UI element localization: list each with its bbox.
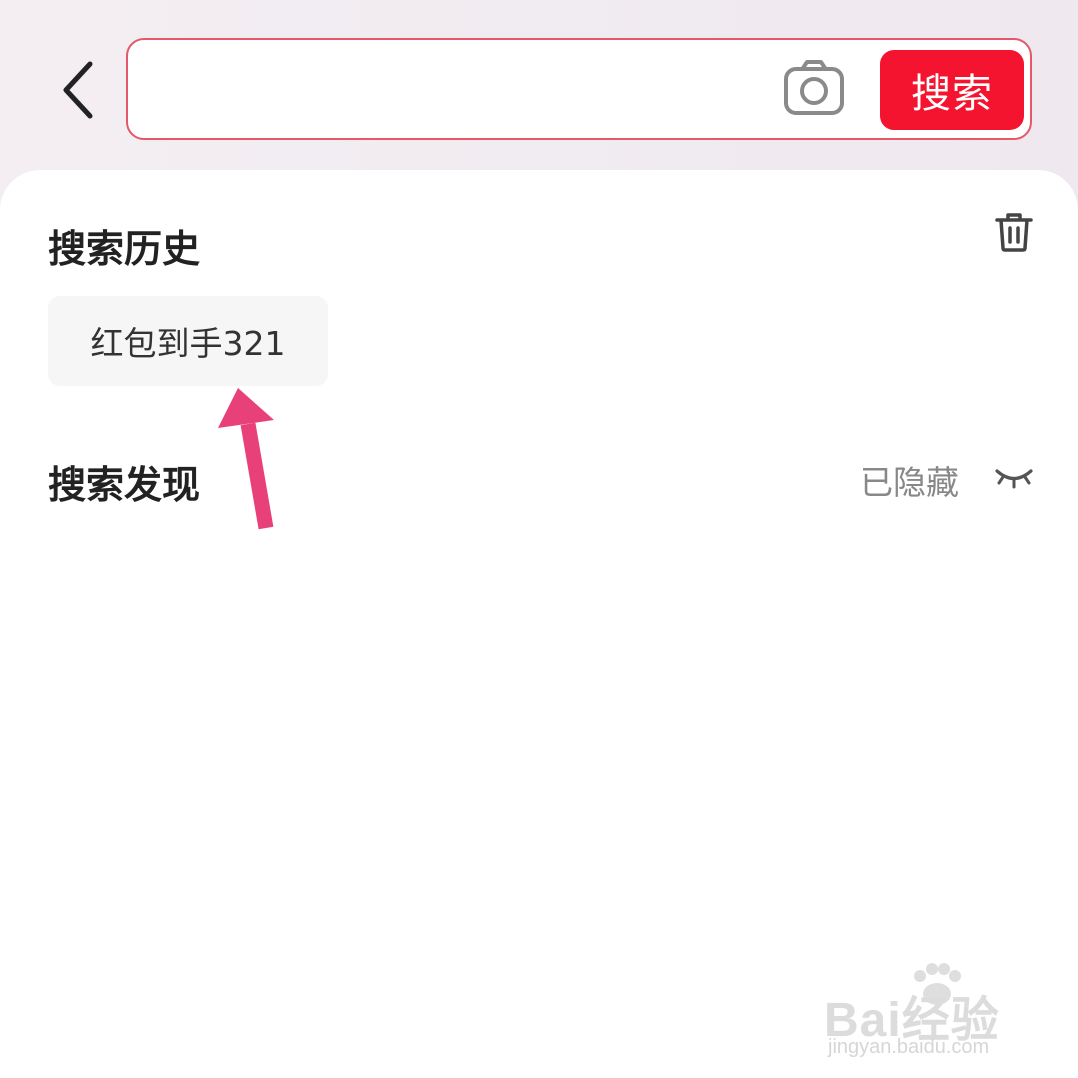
trash-icon bbox=[995, 213, 1033, 252]
discover-status-label[interactable]: 已隐藏 bbox=[860, 456, 959, 504]
chevron-left-icon bbox=[63, 61, 93, 119]
annotation-arrow-icon bbox=[218, 388, 274, 530]
back-button[interactable] bbox=[48, 52, 108, 128]
search-history-title: 搜索历史 bbox=[48, 227, 201, 271]
watermark-url: jingyan.baidu.com bbox=[828, 1036, 990, 1058]
search-bar: 搜索 bbox=[126, 38, 1032, 140]
eye-closed-icon bbox=[995, 469, 1033, 489]
search-panel: 搜索历史 红包到手321 搜索发现 已隐藏 bbox=[0, 170, 1078, 1078]
camera-search-button[interactable] bbox=[782, 58, 846, 120]
baidu-jingyan-watermark: Bai经验 jingyan.baidu.com bbox=[824, 962, 1044, 1062]
clear-history-button[interactable] bbox=[992, 210, 1036, 254]
search-discover-title: 搜索发现 bbox=[48, 463, 201, 507]
history-item[interactable]: 红包到手321 bbox=[48, 296, 328, 386]
toggle-discover-visibility-button[interactable] bbox=[992, 460, 1036, 496]
search-input[interactable] bbox=[148, 58, 768, 120]
search-header: 搜索 bbox=[0, 0, 1078, 170]
camera-icon bbox=[784, 60, 844, 115]
search-button[interactable]: 搜索 bbox=[880, 50, 1024, 130]
